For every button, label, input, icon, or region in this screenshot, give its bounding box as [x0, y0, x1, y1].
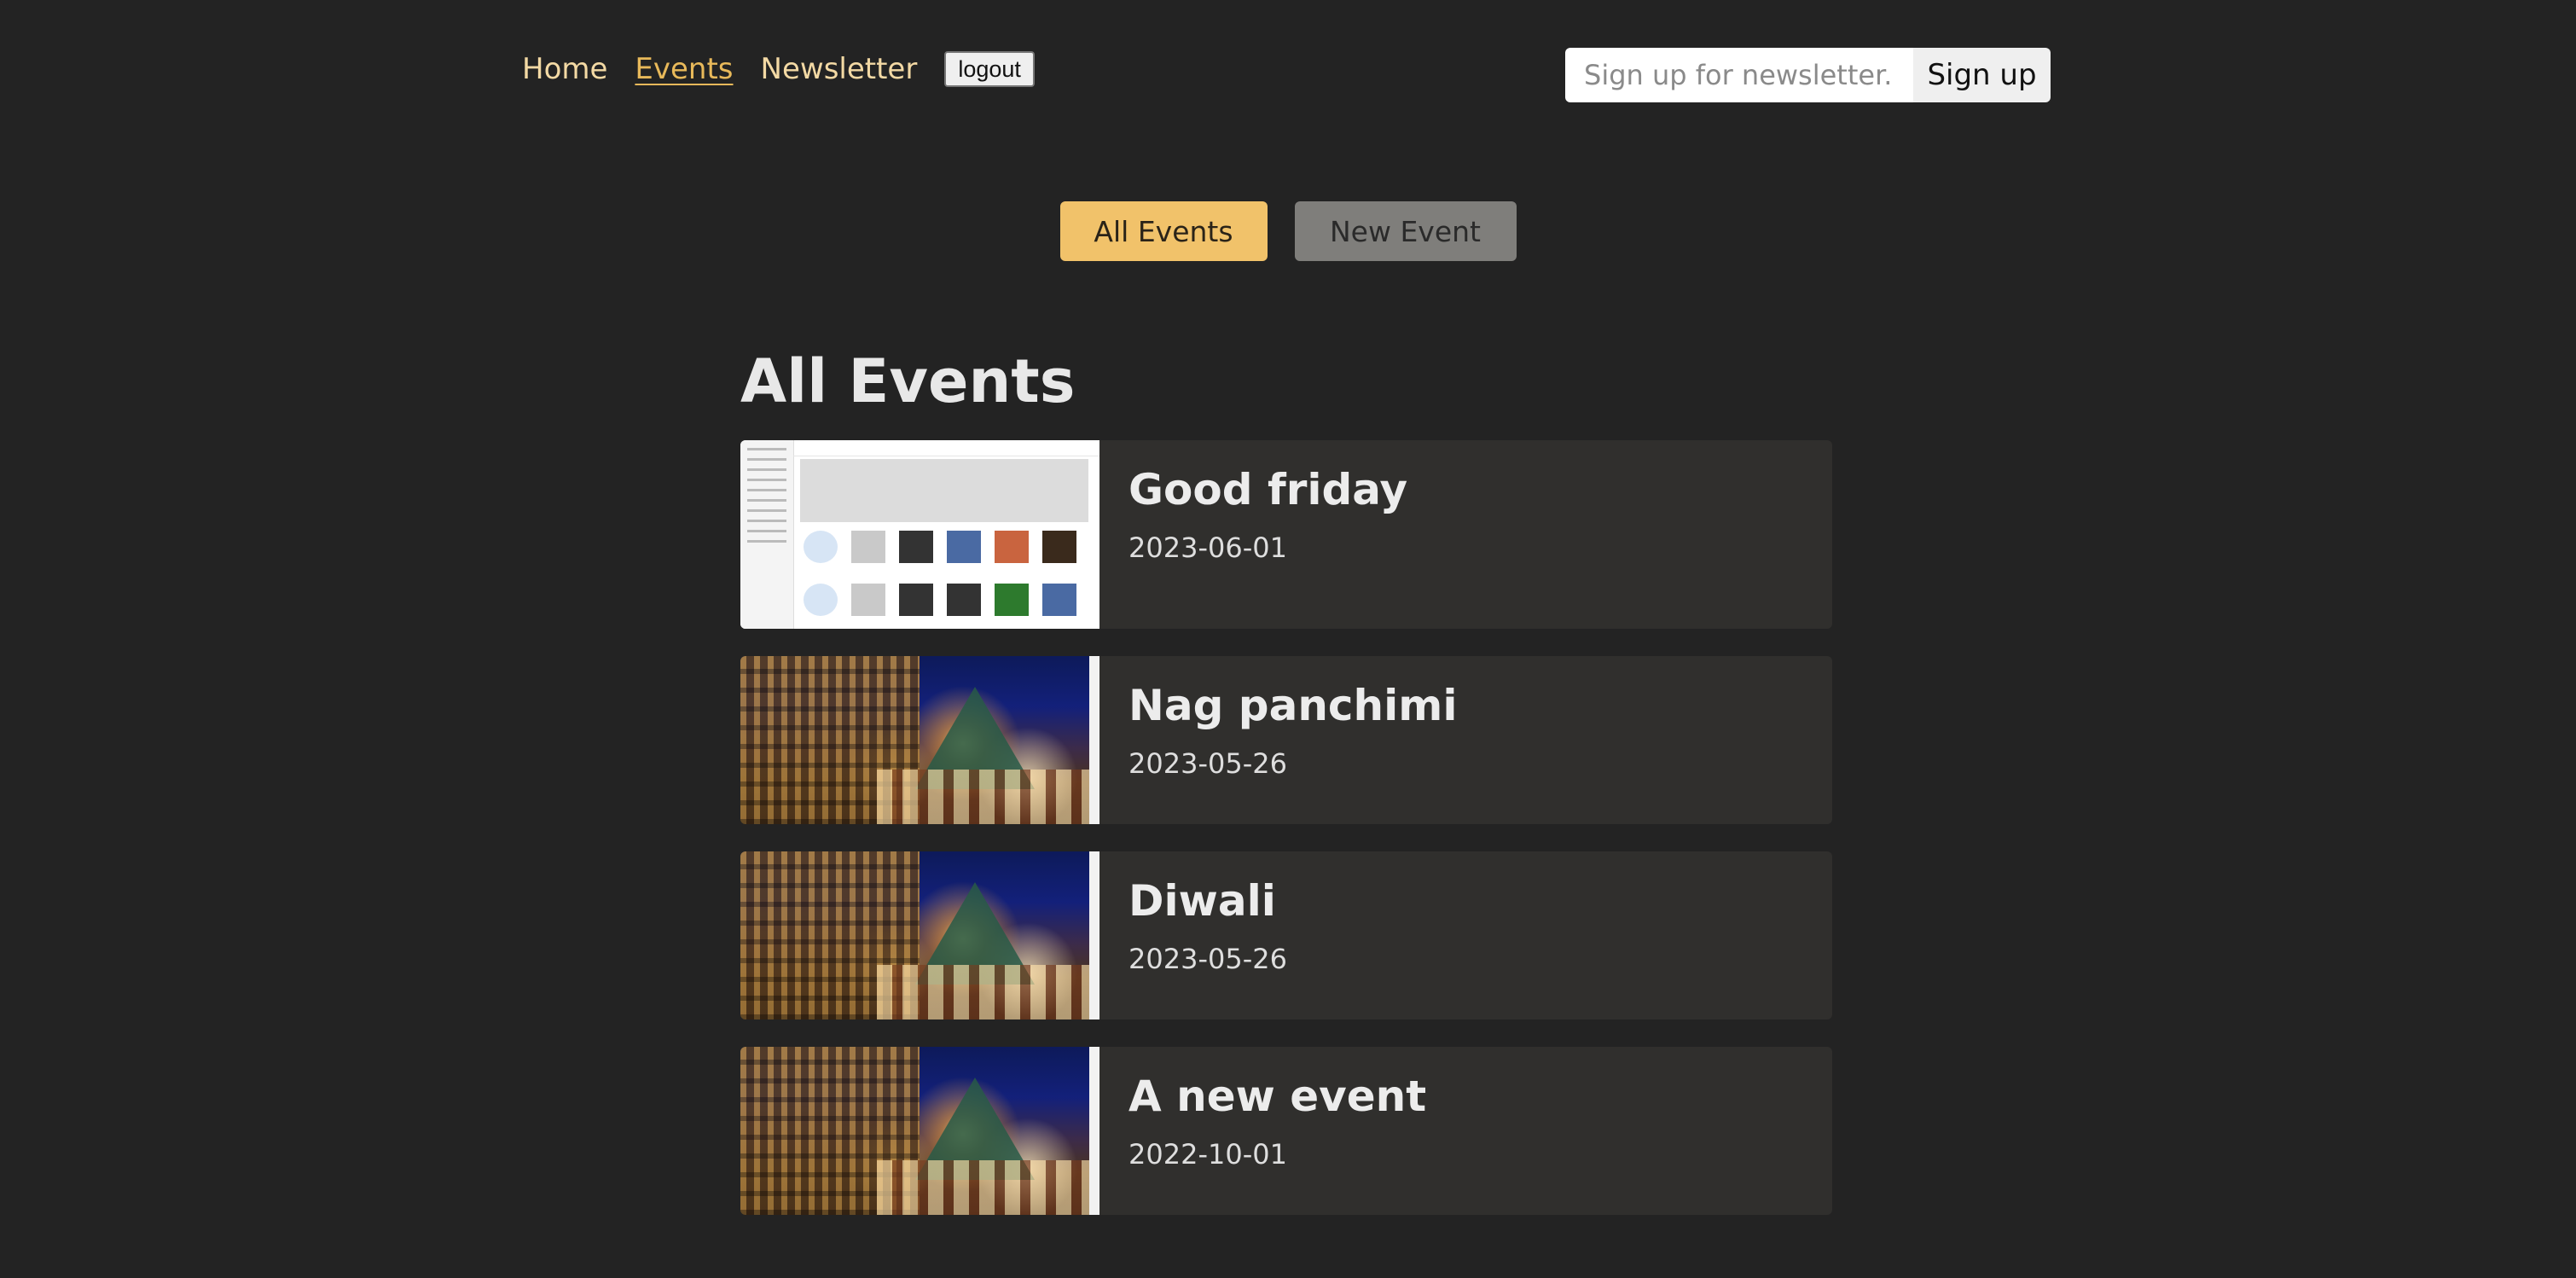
event-body: A new event 2022-10-01 — [1099, 1047, 1426, 1215]
page-title: All Events — [740, 346, 1076, 416]
logout-button[interactable]: logout — [944, 51, 1035, 87]
nav-link-newsletter[interactable]: Newsletter — [761, 49, 918, 89]
tab-all-events[interactable]: All Events — [1059, 201, 1268, 261]
event-title: A new event — [1128, 1072, 1427, 1121]
event-tabs: All Events New Event — [0, 201, 2576, 261]
event-card[interactable]: Diwali 2023-05-26 — [740, 851, 1832, 1019]
newsletter-form: Sign up — [1565, 48, 2051, 102]
event-thumbnail-image — [740, 1047, 1099, 1215]
event-title: Nag panchimi — [1128, 681, 1458, 730]
event-date: 2023-06-01 — [1128, 532, 1287, 564]
signup-button[interactable]: Sign up — [1913, 48, 2051, 102]
main-nav: Home Events Newsletter logout — [522, 49, 1035, 89]
event-card[interactable]: Good friday 2023-06-01 — [740, 440, 1832, 629]
header: Home Events Newsletter logout Sign up — [0, 0, 2576, 137]
event-body: Good friday 2023-06-01 — [1099, 440, 1407, 629]
events-section: All Events Good friday 2023-06-01 Nag pa… — [740, 341, 1832, 1242]
newsletter-email-input[interactable] — [1565, 48, 1913, 102]
event-title: Good friday — [1128, 465, 1408, 514]
event-body: Diwali 2023-05-26 — [1099, 851, 1287, 1019]
event-thumbnail-image — [740, 851, 1099, 1019]
nav-link-home[interactable]: Home — [522, 49, 607, 89]
event-thumbnail-image — [740, 656, 1099, 824]
event-card[interactable]: Nag panchimi 2023-05-26 — [740, 656, 1832, 824]
event-date: 2022-10-01 — [1128, 1138, 1287, 1171]
event-date: 2023-05-26 — [1128, 747, 1287, 780]
event-card[interactable]: A new event 2022-10-01 — [740, 1047, 1832, 1215]
event-thumbnail-image — [740, 440, 1099, 629]
event-list: Good friday 2023-06-01 Nag panchimi 2023… — [740, 440, 1832, 1215]
event-title: Diwali — [1128, 876, 1276, 926]
event-body: Nag panchimi 2023-05-26 — [1099, 656, 1458, 824]
tab-new-event[interactable]: New Event — [1294, 201, 1517, 261]
event-date: 2023-05-26 — [1128, 943, 1287, 975]
nav-link-events[interactable]: Events — [635, 49, 733, 89]
